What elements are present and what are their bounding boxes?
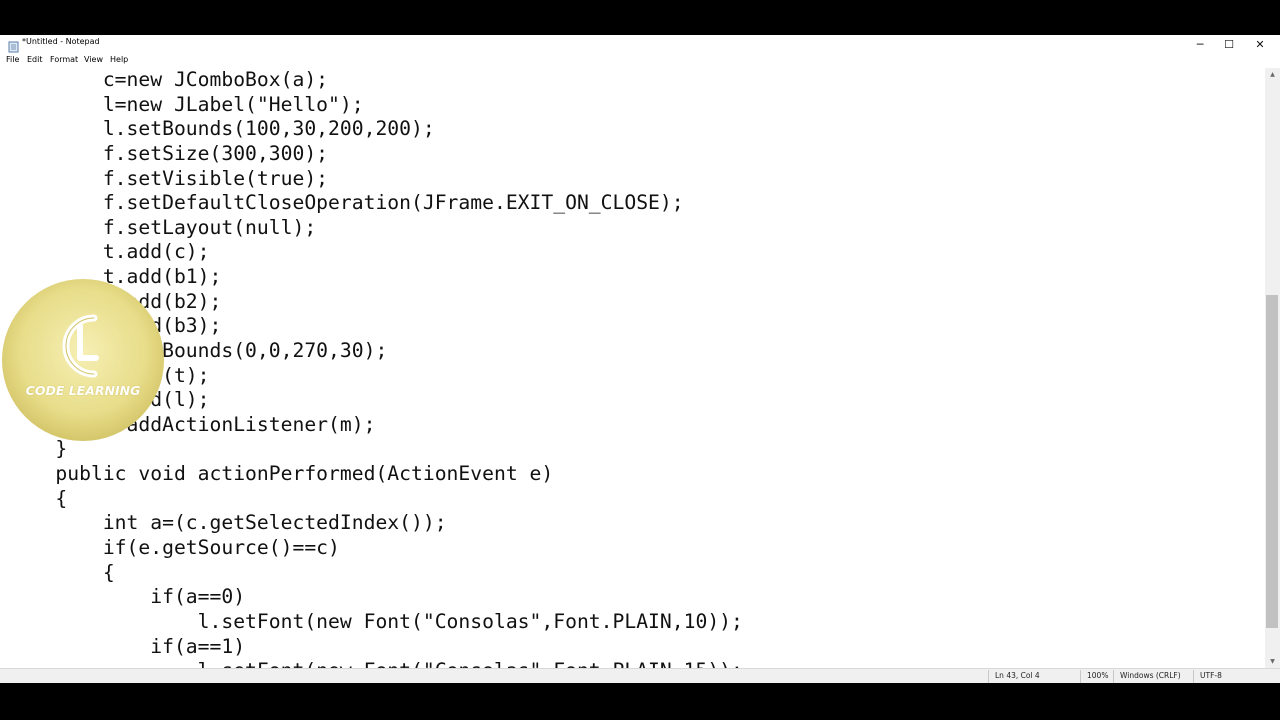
encoding: UTF-8 (1200, 671, 1222, 680)
line-ending: Windows (CRLF) (1120, 671, 1181, 680)
code-line: public void actionPerformed(ActionEvent … (8, 462, 554, 485)
title-bar: *Untitled - Notepad ─ ☐ ✕ (0, 35, 1280, 53)
code-line: l.setFont(new Font("Consolas",Font.PLAIN… (8, 659, 743, 668)
code-line: f.setSize(300,300); (8, 142, 329, 165)
scroll-thumb[interactable] (1266, 295, 1278, 628)
zoom-level: 100% (1087, 671, 1109, 680)
menu-bar: File Edit Format View Help (0, 54, 1280, 68)
vertical-scrollbar[interactable]: ▲ ▼ (1265, 68, 1280, 668)
code-line: { (8, 561, 115, 584)
code-line: if(a==0) (8, 585, 246, 608)
code-line: c=new JComboBox(a); (8, 68, 329, 91)
code-line: int a=(c.getSelectedIndex()); (8, 511, 447, 534)
minimize-button[interactable]: ─ (1185, 35, 1215, 53)
text-editor[interactable]: c=new JComboBox(a); l=new JLabel("Hello"… (0, 68, 1265, 668)
menu-file[interactable]: File (6, 55, 19, 64)
code-line: f.setDefaultCloseOperation(JFrame.EXIT_O… (8, 191, 684, 214)
code-line: { (8, 487, 68, 510)
code-line: f.setVisible(true); (8, 167, 329, 190)
menu-edit[interactable]: Edit (27, 55, 43, 64)
logo-text: CODE LEARNING (25, 383, 141, 398)
close-button[interactable]: ✕ (1245, 35, 1275, 53)
window-title: *Untitled - Notepad (22, 37, 100, 46)
code-line: l=new JLabel("Hello"); (8, 93, 364, 116)
code-line: if(e.getSource()==c) (8, 536, 340, 559)
menu-view[interactable]: View (84, 55, 103, 64)
status-divider (1080, 670, 1081, 683)
scroll-down-icon[interactable]: ▼ (1265, 655, 1280, 668)
code-line: if(a==1) (8, 635, 246, 658)
code-line: l.setFont(new Font("Consolas",Font.PLAIN… (8, 610, 743, 633)
status-divider (1193, 670, 1194, 683)
cursor-position: Ln 43, Col 4 (995, 671, 1040, 680)
menu-help[interactable]: Help (110, 55, 128, 64)
scroll-up-icon[interactable]: ▲ (1265, 68, 1280, 81)
status-divider (1113, 670, 1114, 683)
menu-format[interactable]: Format (50, 55, 78, 64)
notepad-icon (8, 38, 19, 53)
code-learning-logo: CODE LEARNING (0, 278, 166, 443)
status-divider (988, 670, 989, 683)
code-line: l.setBounds(100,30,200,200); (8, 117, 435, 140)
status-bar: Ln 43, Col 4 100% Windows (CRLF) UTF-8 (0, 668, 1280, 683)
notepad-window: *Untitled - Notepad ─ ☐ ✕ File Edit Form… (0, 35, 1280, 683)
code-line: f.setLayout(null); (8, 216, 317, 239)
maximize-button[interactable]: ☐ (1214, 35, 1244, 53)
code-line: t.add(c); (8, 240, 210, 263)
